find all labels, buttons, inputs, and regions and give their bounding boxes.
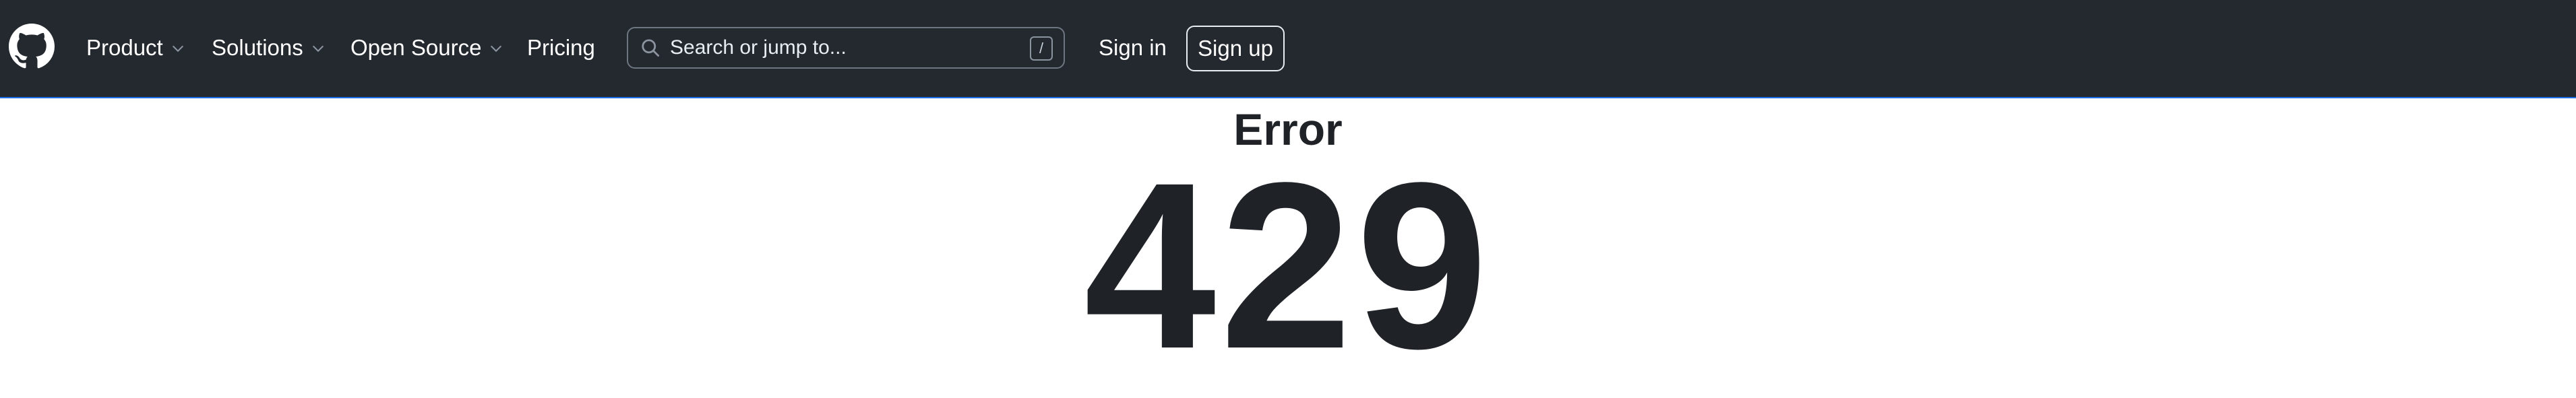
search-input[interactable]: Search or jump to... / [627, 27, 1065, 69]
chevron-down-icon [491, 45, 502, 52]
keyboard-shortcut-badge: / [1030, 36, 1053, 61]
site-header: Product Solutions Open Source Pricing Se… [0, 0, 2576, 98]
nav-pricing-label: Pricing [527, 35, 595, 60]
nav-solutions-label: Solutions [212, 35, 303, 60]
error-code: 429 [1084, 133, 1492, 398]
nav-product[interactable]: Product [86, 32, 186, 63]
chevron-down-icon [312, 45, 324, 52]
nav-open-source-label: Open Source [350, 35, 482, 60]
sign-in-link[interactable]: Sign in [1099, 32, 1167, 63]
nav-product-label: Product [86, 35, 163, 60]
sign-up-button[interactable]: Sign up [1186, 26, 1285, 71]
nav-pricing[interactable]: Pricing [527, 32, 595, 63]
search-placeholder: Search or jump to... [670, 36, 847, 59]
chevron-down-icon [172, 45, 183, 52]
github-mark-icon[interactable] [9, 24, 55, 69]
nav-solutions[interactable]: Solutions [212, 32, 326, 63]
search-icon [642, 39, 660, 57]
nav-open-source[interactable]: Open Source [350, 32, 504, 63]
